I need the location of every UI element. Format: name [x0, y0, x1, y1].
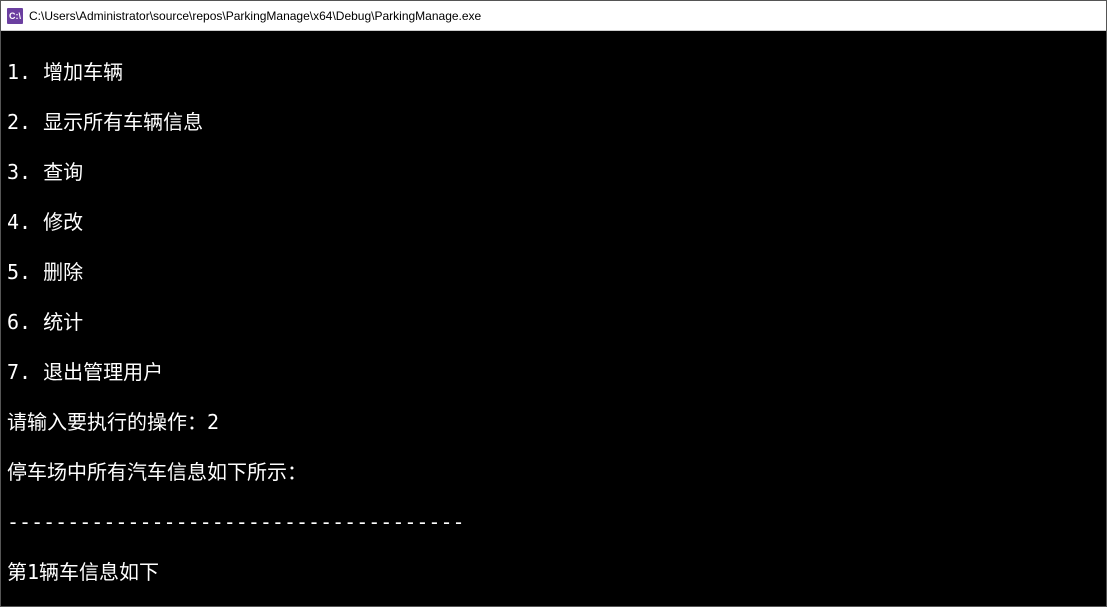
menu-item: 7. 退出管理用户	[7, 360, 1100, 385]
menu-item: 5. 删除	[7, 260, 1100, 285]
output-header: 停车场中所有汽车信息如下所示：	[7, 460, 1100, 485]
divider: --------------------------------------	[7, 510, 1100, 535]
app-icon: C:\	[7, 8, 23, 24]
menu-item: 4. 修改	[7, 210, 1100, 235]
console-output[interactable]: 1. 增加车辆 2. 显示所有车辆信息 3. 查询 4. 修改 5. 删除 6.…	[1, 31, 1106, 606]
menu-item: 2. 显示所有车辆信息	[7, 110, 1100, 135]
input-prompt: 请输入要执行的操作：2	[7, 410, 1100, 435]
car-title: 第1辆车信息如下	[7, 560, 1100, 585]
window-title: C:\Users\Administrator\source\repos\Park…	[29, 9, 1100, 23]
console-window: C:\ C:\Users\Administrator\source\repos\…	[0, 0, 1107, 607]
titlebar[interactable]: C:\ C:\Users\Administrator\source\repos\…	[1, 1, 1106, 31]
menu-item: 3. 查询	[7, 160, 1100, 185]
menu-item: 6. 统计	[7, 310, 1100, 335]
menu-item: 1. 增加车辆	[7, 60, 1100, 85]
